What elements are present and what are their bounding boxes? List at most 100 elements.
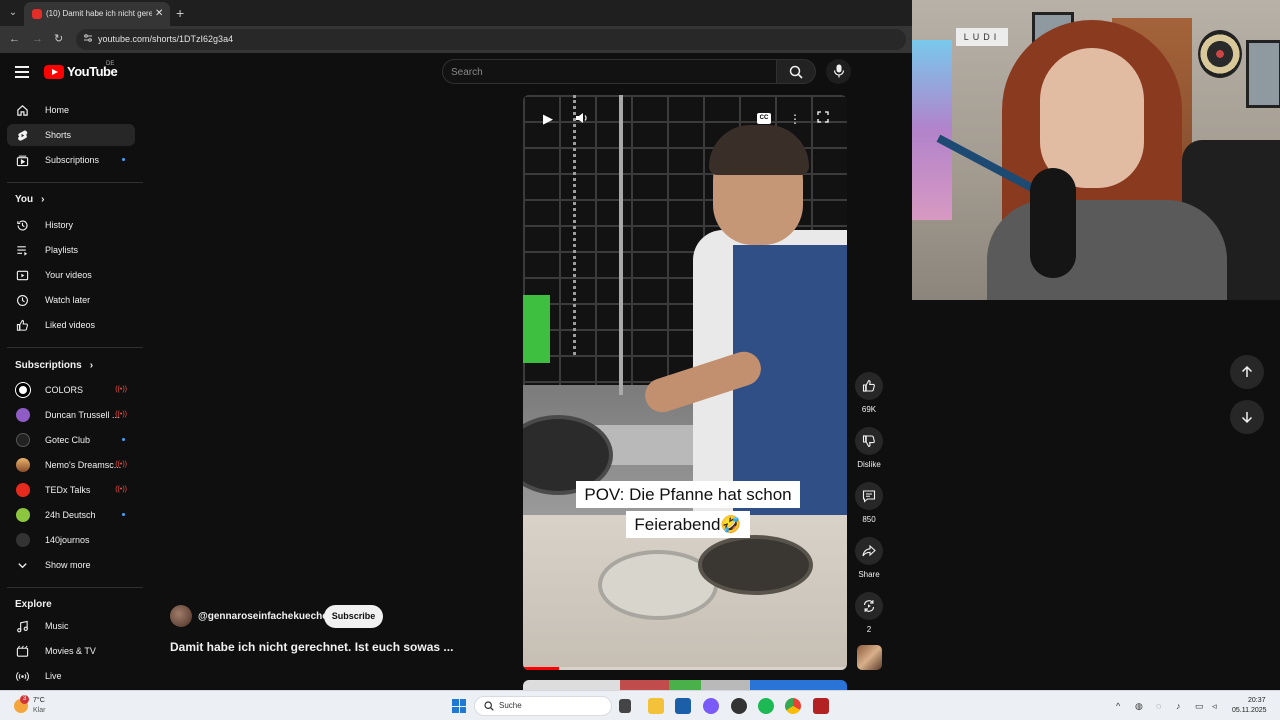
wall-sign: LUDI [956,28,1008,46]
channel-avatar[interactable] [170,605,192,627]
windows-start-icon[interactable] [452,699,466,713]
short-title[interactable]: Damit habe ich nicht gerechnet. Ist euch… [170,640,453,655]
tray-app-icon[interactable]: ◌ [1156,700,1161,712]
taskbar-clock-date[interactable]: 05.11.2025 [1232,706,1267,715]
channel-handle[interactable]: @gennaroseinfachekueche [198,610,328,623]
previous-short-button[interactable] [1230,355,1264,389]
microphone [1030,168,1076,278]
sidebar-divider [7,587,143,588]
stream-app-icon[interactable] [813,698,829,714]
sidebar-subscription-duncan-trussell[interactable]: Duncan Trussell ... ((•)) [7,404,135,426]
spotify-app-icon[interactable] [758,698,774,714]
sidebar-item-movies-tv[interactable]: Movies & TV [7,640,135,662]
sidebar-item-your-videos[interactable]: Your videos [7,264,135,286]
like-button[interactable] [855,372,883,400]
browser-tab[interactable]: (10) Damit habe ich nicht gerechnet ✕ [24,2,170,26]
more-options-icon[interactable]: ⋮ [789,111,801,127]
sidebar-subscriptions-heading[interactable]: Subscriptions › [15,359,93,372]
closed-captions-button[interactable]: CC [757,113,771,124]
shorts-video-player[interactable]: POV: Die Pfanne hat schon Feierabend🤣 ▶ … [523,95,847,670]
guide-menu-icon[interactable] [15,66,29,78]
you-heading-label: You [15,194,34,205]
browser-toolbar: ← → ↻ youtube.com/shorts/1DTzI62g3a4 [0,26,912,53]
live-indicator-icon: ((•)) [115,461,127,468]
home-icon [17,105,28,116]
live-indicator-icon: ((•)) [115,486,127,493]
search-button[interactable] [777,59,816,84]
comments-button[interactable] [855,482,883,510]
sidebar-item-home[interactable]: Home [7,99,135,121]
sidebar-subscription-nemos-dreamscapes[interactable]: Nemo's Dreamsc... ((•)) [7,454,135,476]
sidebar-item-subscriptions[interactable]: Subscriptions [7,149,135,171]
comments-action[interactable]: 850 [855,482,883,525]
voice-search-button[interactable] [826,59,851,84]
store-app-icon[interactable] [675,698,691,714]
channel-avatar [16,408,30,422]
next-short-button[interactable] [1230,400,1264,434]
your-videos-icon [16,270,29,281]
sidebar-subscription-colors[interactable]: COLORS ((•)) [7,379,135,401]
weather-notification-badge: 3 [20,695,29,704]
taskbar-search[interactable]: Suche [474,696,612,716]
task-view-icon[interactable] [619,699,631,713]
sidebar-item-live[interactable]: Live [7,665,135,687]
sidebar-item-music[interactable]: Music [7,615,135,637]
tray-overflow-icon[interactable]: ^ [1116,700,1120,712]
sidebar-subscription-24h-deutsch[interactable]: 24h Deutsch [7,504,135,526]
sidebar-subscription-140journos[interactable]: 140journos [7,529,135,551]
back-arrow-icon[interactable]: ← [9,32,20,46]
microphone-icon[interactable]: ♪ [1176,700,1181,712]
discord-app-icon[interactable] [703,698,719,714]
play-icon[interactable]: ▶ [543,111,553,127]
url-text: youtube.com/shorts/1DTzI62g3a4 [98,34,234,44]
video-caption-overlay: POV: Die Pfanne hat schon Feierabend🤣 [553,481,823,541]
fullscreen-icon[interactable] [817,111,829,127]
music-icon [17,620,28,633]
like-action[interactable]: 69K [855,372,883,415]
sidebar-you-heading[interactable]: You › [15,193,45,206]
new-tab-icon[interactable]: + [176,5,184,21]
country-code: DE [106,61,115,67]
sidebar-item-label: COLORS [45,385,84,395]
video-progress-fill [523,667,559,670]
sound-thumbnail[interactable] [857,645,882,670]
video-progress-bar[interactable] [523,667,847,670]
search-input[interactable] [451,64,751,80]
share-action[interactable]: Share [855,537,883,580]
volume-icon[interactable]: ◃ [1212,700,1217,712]
tab-close-icon[interactable]: ✕ [155,7,163,21]
sidebar-item-liked-videos[interactable]: Liked videos [7,314,135,336]
forward-arrow-icon[interactable]: → [32,32,43,46]
channel-avatar [16,433,30,447]
comment-icon [862,490,876,503]
video-frame-detail [523,295,550,363]
network-icon[interactable]: ▭ [1195,700,1204,712]
dislike-button[interactable] [855,427,883,455]
sidebar-subscription-gotec-club[interactable]: Gotec Club [7,429,135,451]
sidebar-item-history[interactable]: History [7,214,135,236]
channel-avatar [16,383,30,397]
share-button[interactable] [855,537,883,565]
liked-videos-icon [16,319,28,331]
site-info-icon[interactable] [83,33,93,45]
arrow-up-icon [1241,365,1253,377]
search-box [442,59,777,84]
obs-app-icon[interactable] [731,698,747,714]
subscribe-button[interactable]: Subscribe [324,605,383,628]
volume-icon[interactable] [575,111,589,129]
remix-button[interactable] [855,592,883,620]
remix-action[interactable]: 2 [855,592,883,635]
chrome-app-icon[interactable] [785,698,801,714]
taskbar-clock-time[interactable]: 20:37 [1248,696,1266,705]
sidebar-item-watch-later[interactable]: Watch later [7,289,135,311]
file-explorer-icon[interactable] [648,698,664,714]
tab-search-chevron-icon[interactable]: ⌄ [6,6,20,20]
sidebar-show-more[interactable]: Show more [7,554,135,576]
address-bar[interactable]: youtube.com/shorts/1DTzI62g3a4 [76,29,906,50]
sidebar-item-shorts[interactable]: Shorts [7,124,135,146]
tray-app-icon[interactable]: ◍ [1135,700,1143,712]
sidebar-item-playlists[interactable]: Playlists [7,239,135,261]
dislike-action[interactable]: Dislike [855,427,883,470]
sidebar-subscription-tedx-talks[interactable]: TEDx Talks ((•)) [7,479,135,501]
reload-icon[interactable]: ↻ [54,32,63,46]
